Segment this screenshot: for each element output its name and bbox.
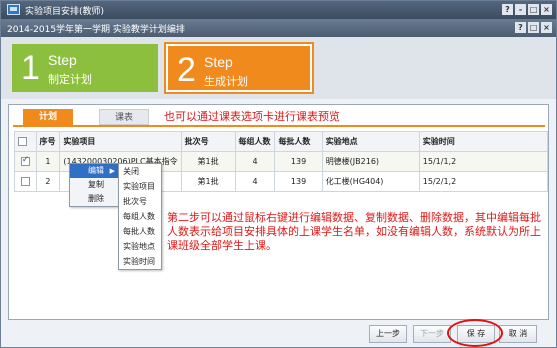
column-header: 序号 xyxy=(35,131,61,152)
step-bar: 1 Step 制定计划 2 Step 生成计划 xyxy=(1,37,556,99)
subwindow-controls: ? □ × xyxy=(515,22,552,33)
cell-batch: 第1批 xyxy=(180,151,236,172)
cell-no: 2 xyxy=(35,171,61,192)
cancel-button[interactable]: 取 消 xyxy=(499,325,537,343)
submenu-batch-no[interactable]: 批次号 xyxy=(119,194,161,209)
cell-batch: 第1批 xyxy=(180,171,236,192)
submenu-arrow-icon: ▶ xyxy=(109,167,115,175)
help-button[interactable]: ? xyxy=(502,4,513,15)
submenu-location[interactable]: 实验地点 xyxy=(119,239,161,254)
step-sublabel: 生成计划 xyxy=(204,75,248,88)
maximize-button[interactable]: □ xyxy=(528,4,539,15)
save-highlight-circle xyxy=(447,319,503,347)
minimize-button[interactable]: - xyxy=(515,4,526,15)
cell-group-size: 4 xyxy=(234,171,276,192)
menu-item-label: 编辑 xyxy=(88,166,104,175)
subwindow-title: 2014-2015学年第一学期 实验教学计划编排 xyxy=(7,25,185,35)
tab-timetable[interactable]: 课表 xyxy=(99,109,149,125)
select-all-checkbox[interactable] xyxy=(18,137,27,146)
sub-help-button[interactable]: ? xyxy=(515,22,526,33)
cell-group-size: 4 xyxy=(234,151,276,172)
column-header: 实验项目 xyxy=(59,131,182,152)
app-icon xyxy=(7,4,20,15)
cell-no: 1 xyxy=(35,151,61,172)
window-title: 实验项目安排(教师) xyxy=(25,7,105,17)
row-select-cell[interactable] xyxy=(14,171,37,192)
tabs-annotation: 也可以通过课表选项卡进行课表预览 xyxy=(164,110,340,123)
column-header: 实验时间 xyxy=(418,131,549,152)
cell-time: 15/2/1,2 xyxy=(418,171,549,192)
context-menu-delete[interactable]: 删除 xyxy=(70,192,118,206)
step-2-tile[interactable]: 2 Step 生成计划 xyxy=(164,42,314,94)
row-select-cell[interactable] xyxy=(14,151,37,172)
column-header: 每组人数 xyxy=(234,131,276,152)
content-panel: 计划 课表 也可以通过课表选项卡进行课表预览 序号 实验项目 批次号 每组人数 … xyxy=(8,104,549,320)
submenu-time[interactable]: 实验时间 xyxy=(119,254,161,269)
column-header: 每批人数 xyxy=(274,131,323,152)
cell-batch-size: 139 xyxy=(274,151,323,172)
context-menu-copy[interactable]: 复制 xyxy=(70,178,118,192)
cell-time: 15/1/1,2 xyxy=(418,151,549,172)
subwindow-titlebar: 2014-2015学年第一学期 实验教学计划编排 ? □ × xyxy=(1,19,556,37)
step-number: 1 xyxy=(21,49,40,87)
row-checkbox[interactable] xyxy=(20,177,30,186)
previous-step-button[interactable]: 上一步 xyxy=(369,325,407,343)
step-label: Step xyxy=(48,52,77,68)
column-header: 批次号 xyxy=(180,131,236,152)
context-menu: 编辑 ▶ 复制 删除 xyxy=(69,163,119,207)
submenu-batch-size[interactable]: 每批人数 xyxy=(119,224,161,239)
submenu-project[interactable]: 实验项目 xyxy=(119,179,161,194)
column-header: 实验地点 xyxy=(321,131,420,152)
table-header-row: 序号 实验项目 批次号 每组人数 每批人数 实验地点 实验时间 xyxy=(14,131,549,152)
cell-batch-size: 139 xyxy=(274,171,323,192)
edit-submenu: 关闭 实验项目 批次号 每组人数 每批人数 实验地点 实验时间 xyxy=(118,163,162,270)
cell-location: 化工楼(HG404) xyxy=(321,171,420,192)
step-number: 2 xyxy=(177,51,196,89)
sub-close-button[interactable]: × xyxy=(541,22,552,33)
step-1-tile[interactable]: 1 Step 制定计划 xyxy=(12,44,158,92)
cell-location: 明德楼(JB216) xyxy=(321,151,420,172)
close-button[interactable]: × xyxy=(541,4,552,15)
window-controls: ? - □ × xyxy=(502,4,552,15)
step-sublabel: 制定计划 xyxy=(48,73,92,86)
step-label: Step xyxy=(204,54,233,70)
tab-underline xyxy=(13,125,545,127)
select-all-header[interactable] xyxy=(14,131,37,152)
row-checkbox[interactable] xyxy=(20,155,30,166)
tab-plan[interactable]: 计划 xyxy=(23,109,73,125)
main-window: 实验项目安排(教师) ? - □ × 2014-2015学年第一学期 实验教学计… xyxy=(0,0,557,348)
next-step-button[interactable]: 下一步 xyxy=(413,325,451,343)
submenu-group-size[interactable]: 每组人数 xyxy=(119,209,161,224)
submenu-close[interactable]: 关闭 xyxy=(119,164,161,179)
footer-bar: 上一步 下一步 保 存 取 消 xyxy=(1,319,556,347)
context-menu-edit[interactable]: 编辑 ▶ xyxy=(70,164,118,178)
window-titlebar: 实验项目安排(教师) ? - □ × xyxy=(1,1,556,19)
context-menu-annotation: 第二步可以通过鼠标右键进行编辑数据、复制数据、删除数据，其中编辑每批人数表示给项… xyxy=(167,211,541,252)
sub-maximize-button[interactable]: □ xyxy=(528,22,539,33)
